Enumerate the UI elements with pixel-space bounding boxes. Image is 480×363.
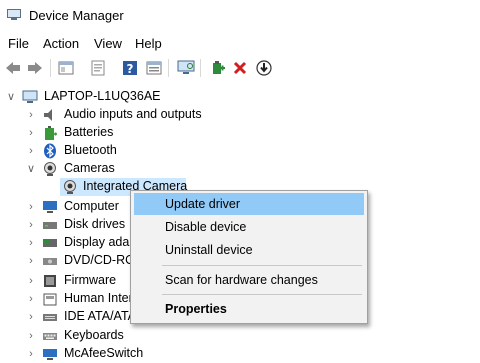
toolbar-separator	[50, 59, 51, 77]
menu-update-driver[interactable]: Update driver	[134, 193, 364, 215]
toolbar-separator	[168, 59, 169, 77]
chevron-right-icon[interactable]: ›	[26, 327, 36, 345]
chevron-right-icon[interactable]: ›	[26, 124, 36, 142]
menu-properties[interactable]: Properties	[134, 298, 364, 320]
menu-disable-device[interactable]: Disable device	[134, 216, 364, 238]
tree-item-label: Firmware	[64, 273, 117, 287]
menu-separator	[162, 265, 362, 266]
chevron-right-icon[interactable]: ›	[26, 216, 36, 234]
chevron-right-icon[interactable]: ›	[26, 290, 36, 308]
download-icon[interactable]	[254, 58, 274, 78]
tree-item-label: Audio inputs and outputs	[64, 107, 202, 121]
menu-separator	[162, 294, 362, 295]
chevron-down-icon[interactable]: ∨	[26, 160, 36, 178]
menu-action[interactable]: Action	[43, 36, 79, 51]
menu-file[interactable]: File	[8, 36, 29, 51]
tree-item-label: DVD/CD-RO	[64, 253, 135, 267]
add-driver-icon[interactable]	[208, 58, 228, 78]
chevron-down-icon[interactable]: ∨	[6, 88, 16, 106]
tree-item-keyboards[interactable]: › Keyboards	[0, 327, 480, 345]
tree-item-cameras[interactable]: ∨ Cameras	[0, 160, 480, 178]
properties-icon[interactable]	[56, 58, 76, 78]
tree-root-label: LAPTOP-L1UQ36AE	[44, 89, 161, 103]
title-bar: Device Manager	[0, 0, 480, 32]
tree-item-bluetooth[interactable]: › Bluetooth	[0, 142, 480, 160]
disk-icon	[42, 217, 58, 233]
ide-icon	[42, 309, 58, 325]
menu-view[interactable]: View	[94, 36, 122, 51]
camera-icon	[42, 161, 58, 177]
bluetooth-icon	[42, 143, 58, 159]
window-title: Device Manager	[29, 8, 124, 23]
tree-item-label: Computer	[64, 199, 119, 213]
menu-item-label: Scan for hardware changes	[165, 273, 318, 287]
tree-item-label: Bluetooth	[64, 143, 117, 157]
chevron-right-icon[interactable]: ›	[26, 234, 36, 252]
menu-bar: File Action View Help	[0, 35, 480, 55]
menu-item-label: Properties	[165, 302, 227, 316]
update-icon[interactable]	[88, 58, 108, 78]
firmware-icon	[42, 273, 58, 289]
menu-item-label: Disable device	[165, 220, 247, 234]
computer-icon	[22, 89, 38, 105]
keyboard-icon	[42, 328, 58, 344]
monitor-icon	[42, 199, 58, 215]
context-menu: Update driver Disable device Uninstall d…	[130, 190, 368, 324]
tree-item-label: Keyboards	[64, 328, 124, 342]
chevron-right-icon[interactable]: ›	[26, 272, 36, 290]
tree-item-label: Disk drives	[64, 217, 126, 231]
back-icon[interactable]	[3, 58, 23, 78]
remove-icon[interactable]	[230, 58, 250, 78]
camera-icon	[62, 179, 78, 195]
speaker-icon	[42, 107, 58, 123]
tree-item-batteries[interactable]: › Batteries	[0, 124, 480, 142]
tree-item-label: Human Inter	[64, 291, 133, 305]
chevron-right-icon[interactable]: ›	[26, 198, 36, 216]
forward-icon[interactable]	[25, 58, 45, 78]
menu-item-label: Update driver	[165, 197, 241, 211]
chevron-right-icon[interactable]: ›	[26, 345, 36, 363]
device-manager-icon	[7, 9, 21, 20]
menu-item-label: Uninstall device	[165, 243, 253, 257]
dvd-icon	[42, 253, 58, 269]
toolbar: ?	[0, 56, 480, 80]
tree-root[interactable]: ∨ LAPTOP-L1UQ36AE	[0, 88, 480, 106]
tree-item-label: Cameras	[64, 161, 115, 175]
tree-item-label: Display adap	[64, 235, 137, 249]
menu-scan-hardware[interactable]: Scan for hardware changes	[134, 269, 364, 291]
tree-item-label: Batteries	[64, 125, 114, 139]
help-icon[interactable]: ?	[120, 58, 140, 78]
menu-uninstall-device[interactable]: Uninstall device	[134, 239, 364, 261]
tree-item-audio[interactable]: › Audio inputs and outputs	[0, 106, 480, 124]
menu-help[interactable]: Help	[135, 36, 162, 51]
network-icon	[42, 346, 58, 362]
chevron-right-icon[interactable]: ›	[26, 106, 36, 124]
chevron-right-icon[interactable]: ›	[26, 252, 36, 270]
chevron-right-icon[interactable]: ›	[26, 308, 36, 326]
toolbar-separator	[200, 59, 201, 77]
tree-item-mcafeeswitch[interactable]: › McAfeeSwitch	[0, 345, 480, 363]
view-icon[interactable]	[144, 58, 164, 78]
scan-icon[interactable]	[176, 58, 196, 78]
chevron-right-icon[interactable]: ›	[26, 142, 36, 160]
svg-text:?: ?	[127, 62, 134, 76]
hid-icon	[42, 291, 58, 307]
battery-icon	[42, 125, 58, 141]
display-icon	[42, 235, 58, 251]
